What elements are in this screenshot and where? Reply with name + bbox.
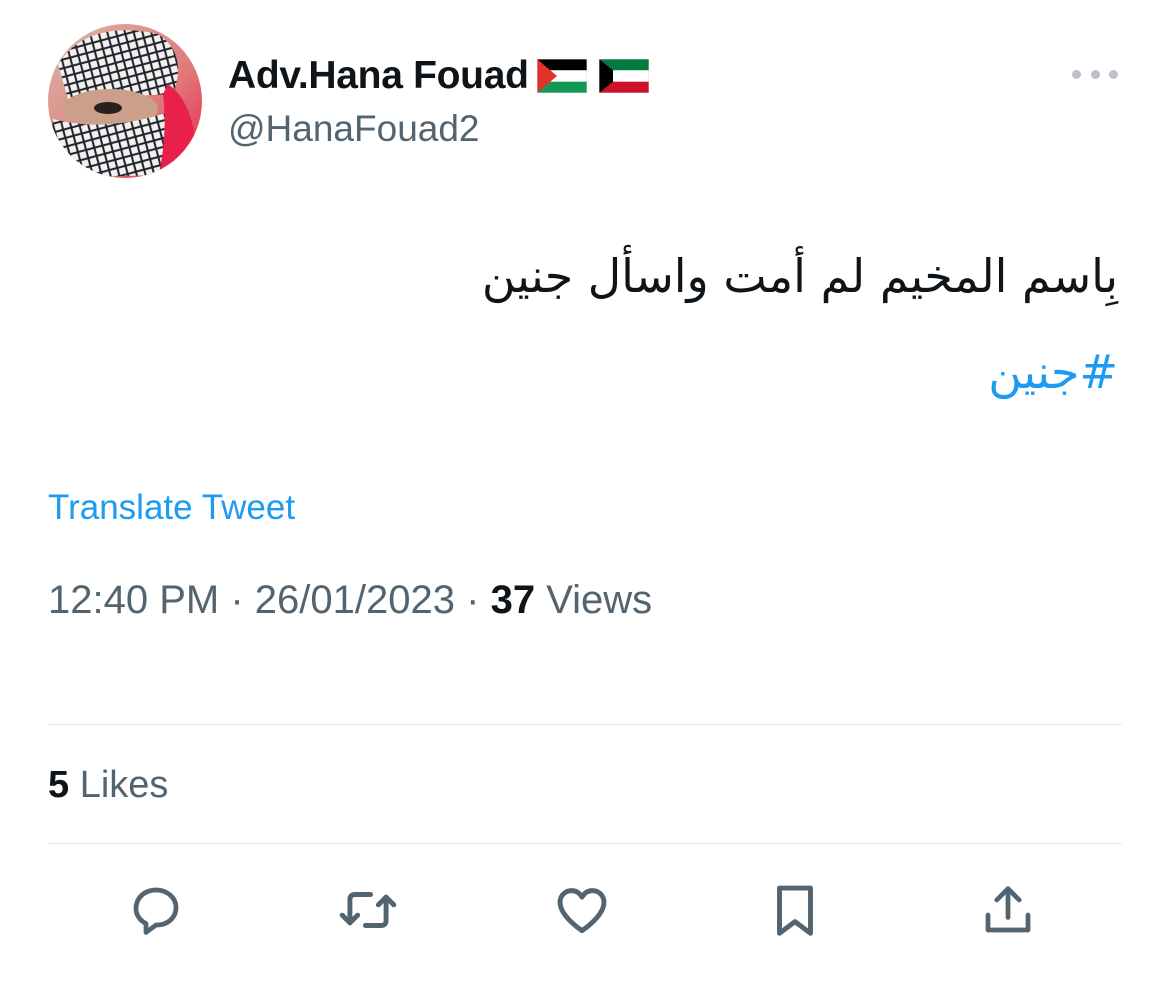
meta-separator: ·: [466, 578, 480, 622]
likes-label: Likes: [79, 764, 169, 806]
author-name-row[interactable]: Adv.Hana Fouad: [228, 52, 650, 100]
heart-icon: [557, 888, 607, 934]
display-name[interactable]: Adv.Hana Fouad: [228, 54, 529, 98]
divider: [48, 843, 1122, 844]
retweet-button[interactable]: [336, 878, 400, 942]
tweet-time[interactable]: 12:40 PM: [48, 578, 219, 622]
author-handle[interactable]: @HanaFouad2: [228, 108, 480, 150]
like-button[interactable]: [550, 878, 614, 942]
reply-button[interactable]: [124, 878, 188, 942]
tweet-meta: 12:40 PM · 26/01/2023 · 37 Views: [48, 578, 652, 623]
share-button[interactable]: [976, 878, 1040, 942]
views-label: Views: [546, 578, 653, 622]
more-dot-icon: [1109, 69, 1118, 79]
more-dot-icon: [1072, 69, 1081, 79]
likes-count: 5: [48, 764, 70, 806]
share-icon: [985, 886, 1031, 933]
palestine-flag-icon: [536, 58, 588, 94]
divider: [48, 724, 1122, 725]
kuwait-flag-icon: [598, 58, 650, 94]
tweet-text: بِاسم المخيم لم أمت واسأل جنين: [481, 249, 1118, 303]
translate-tweet-link[interactable]: Translate Tweet: [48, 488, 295, 528]
avatar[interactable]: [48, 24, 202, 178]
more-options-button[interactable]: [1072, 64, 1118, 84]
hashtag-link[interactable]: #جنين: [988, 344, 1118, 400]
more-dot-icon: [1090, 69, 1100, 79]
views-count: 37: [490, 578, 536, 622]
tweet-date[interactable]: 26/01/2023: [255, 578, 455, 622]
meta-separator: ·: [230, 578, 244, 622]
bookmark-icon: [777, 885, 813, 936]
likes-stat[interactable]: 5 Likes: [48, 764, 168, 807]
retweet-icon: [339, 892, 397, 928]
reply-icon: [133, 887, 179, 935]
bookmark-button[interactable]: [763, 878, 827, 942]
